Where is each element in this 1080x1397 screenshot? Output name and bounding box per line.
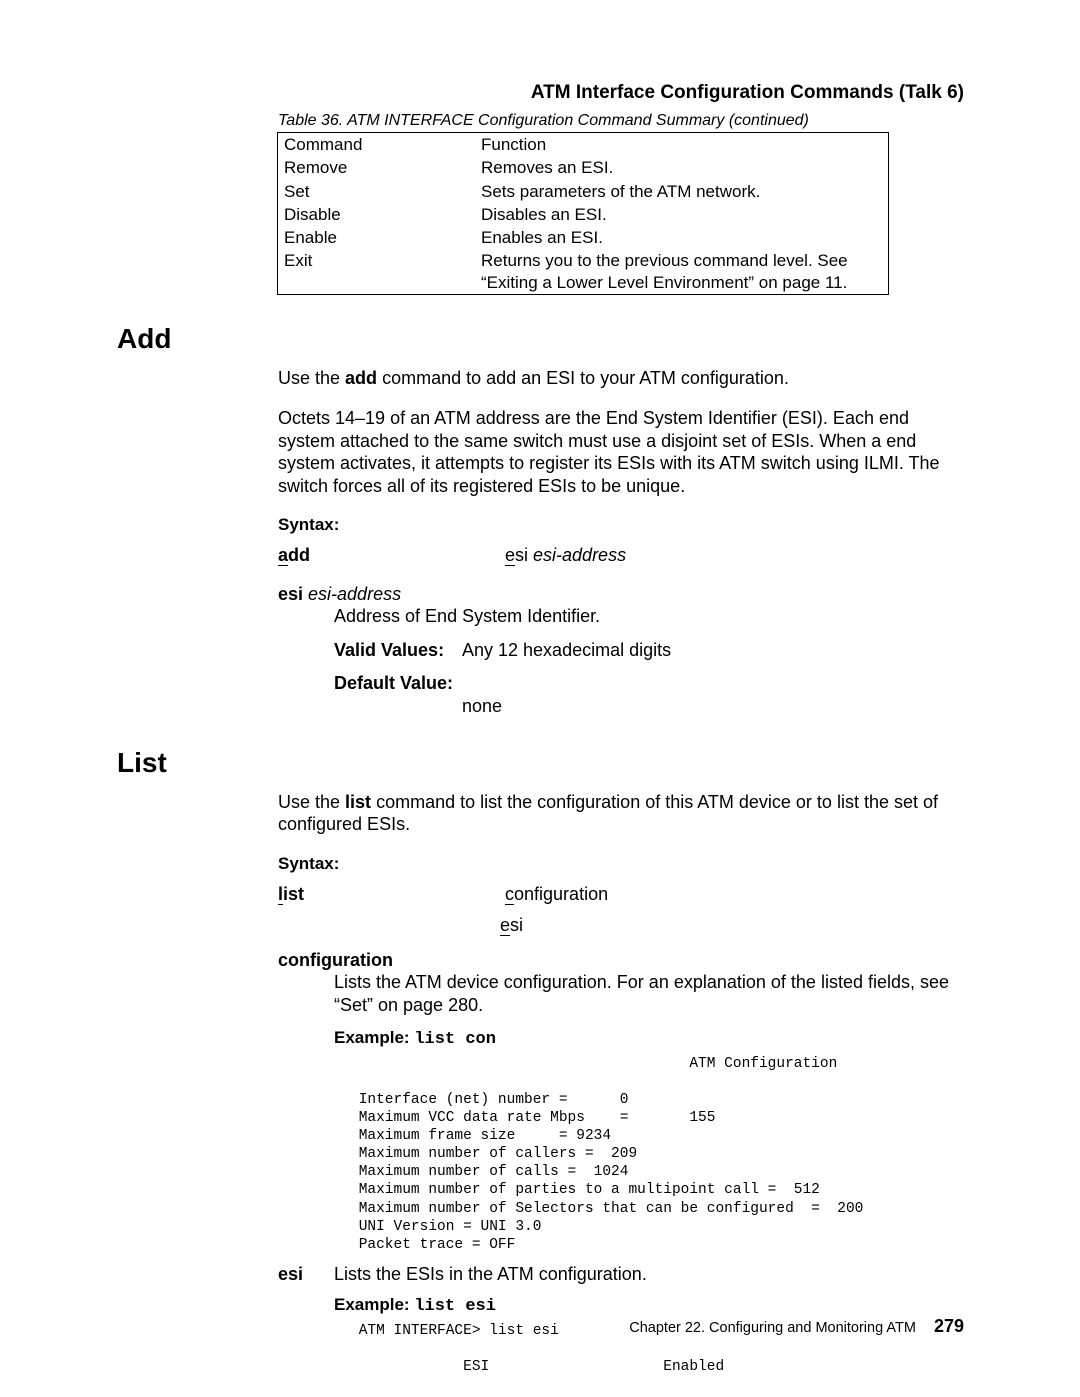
cell-command: Enable xyxy=(278,226,476,249)
cell-function: Disables an ESI. xyxy=(475,203,889,226)
command-summary-table: CommandFunction RemoveRemoves an ESI. Se… xyxy=(277,132,889,295)
example-command: list con xyxy=(414,1030,496,1049)
syntax-arg-italic: esi-address xyxy=(533,545,626,565)
syntax-option-esi: esi xyxy=(500,915,1080,936)
section-heading-add: Add xyxy=(117,323,1080,355)
term-italic: esi-address xyxy=(303,584,401,604)
cell-command-header: Command xyxy=(278,133,476,157)
syntax-cmd-rest: ist xyxy=(283,884,304,904)
page-footer: Chapter 22. Configuring and Monitoring A… xyxy=(629,1316,964,1337)
table-row: DisableDisables an ESI. xyxy=(278,203,889,226)
valid-values-value: Any 12 hexadecimal digits xyxy=(462,640,671,660)
definition-term-esi: esiLists the ESIs in the ATM configurati… xyxy=(278,1264,962,1285)
desc-text: Address of End System Identifier. xyxy=(334,605,962,628)
syntax-opt-rest: onfiguration xyxy=(514,884,608,904)
desc-text: Lists the ESIs in the ATM configuration. xyxy=(334,1264,647,1284)
desc-text: Lists the ATM device configuration. For … xyxy=(334,971,962,1018)
syntax-label: Syntax: xyxy=(278,515,1080,535)
syntax-opt-rest: si xyxy=(510,915,523,935)
text: Use the xyxy=(278,792,345,812)
cell-function-header: Function xyxy=(475,133,889,157)
table-row: CommandFunction xyxy=(278,133,889,157)
table-row: EnableEnables an ESI. xyxy=(278,226,889,249)
definition-desc-configuration: Lists the ATM device configuration. For … xyxy=(334,971,962,1018)
syntax-opt-underline: e xyxy=(500,915,510,936)
cell-function: Sets parameters of the ATM network. xyxy=(475,180,889,203)
footer-page-number: 279 xyxy=(934,1316,964,1336)
body-text: Use the list command to list the configu… xyxy=(278,791,962,836)
body-text: Use the add command to add an ESI to you… xyxy=(278,367,962,498)
console-output-list-con: ATM Configuration Interface (net) number… xyxy=(350,1055,1080,1254)
term-bold: esi xyxy=(278,584,303,604)
valid-values-label: Valid Values: xyxy=(334,639,462,662)
text: command to add an ESI to your ATM config… xyxy=(377,368,789,388)
example-command: list esi xyxy=(414,1297,496,1316)
table-caption: Table 36. ATM INTERFACE Configuration Co… xyxy=(278,112,1080,130)
syntax-arg-plain: si xyxy=(515,545,533,565)
definition-term-configuration: configuration xyxy=(278,950,1080,971)
cell-command: Exit xyxy=(278,249,476,294)
definition-desc: Address of End System Identifier. Valid … xyxy=(334,605,962,719)
cell-function: Returns you to the previous command leve… xyxy=(475,249,889,294)
footer-chapter: Chapter 22. Configuring and Monitoring A… xyxy=(629,1320,916,1336)
default-value-value: none xyxy=(462,695,962,718)
cell-command: Set xyxy=(278,180,476,203)
syntax-cmd-rest: dd xyxy=(288,545,310,565)
running-header: ATM Interface Configuration Commands (Ta… xyxy=(531,82,964,104)
syntax-row-list: list configuration xyxy=(278,884,1080,905)
table-row: RemoveRemoves an ESI. xyxy=(278,156,889,179)
syntax-arg-underline: e xyxy=(505,545,515,566)
table-row: SetSets parameters of the ATM network. xyxy=(278,180,889,203)
bold-command: list xyxy=(345,792,371,812)
syntax-row-add: add esi esi-address xyxy=(278,545,1080,566)
table-row: ExitReturns you to the previous command … xyxy=(278,249,889,294)
cell-function: Enables an ESI. xyxy=(475,226,889,249)
example-word: Example: xyxy=(334,1028,410,1047)
syntax-opt-underline: c xyxy=(505,884,514,905)
cell-command: Remove xyxy=(278,156,476,179)
example-word: Example: xyxy=(334,1295,410,1314)
cell-function: Removes an ESI. xyxy=(475,156,889,179)
paragraph: Octets 14–19 of an ATM address are the E… xyxy=(278,407,962,497)
syntax-cmd-underline: a xyxy=(278,545,288,566)
section-heading-list: List xyxy=(117,747,1080,779)
bold-command: add xyxy=(345,368,377,388)
default-value-label: Default Value: xyxy=(334,672,462,695)
text: Use the xyxy=(278,368,345,388)
term-bold: esi xyxy=(278,1264,334,1285)
definition-term: esi esi-address xyxy=(278,584,1080,605)
example-label: Example: list con xyxy=(334,1028,1080,1049)
syntax-label: Syntax: xyxy=(278,854,1080,874)
cell-command: Disable xyxy=(278,203,476,226)
text: command to list the configuration of thi… xyxy=(278,792,938,835)
example-label: Example: list esi xyxy=(334,1295,1080,1316)
